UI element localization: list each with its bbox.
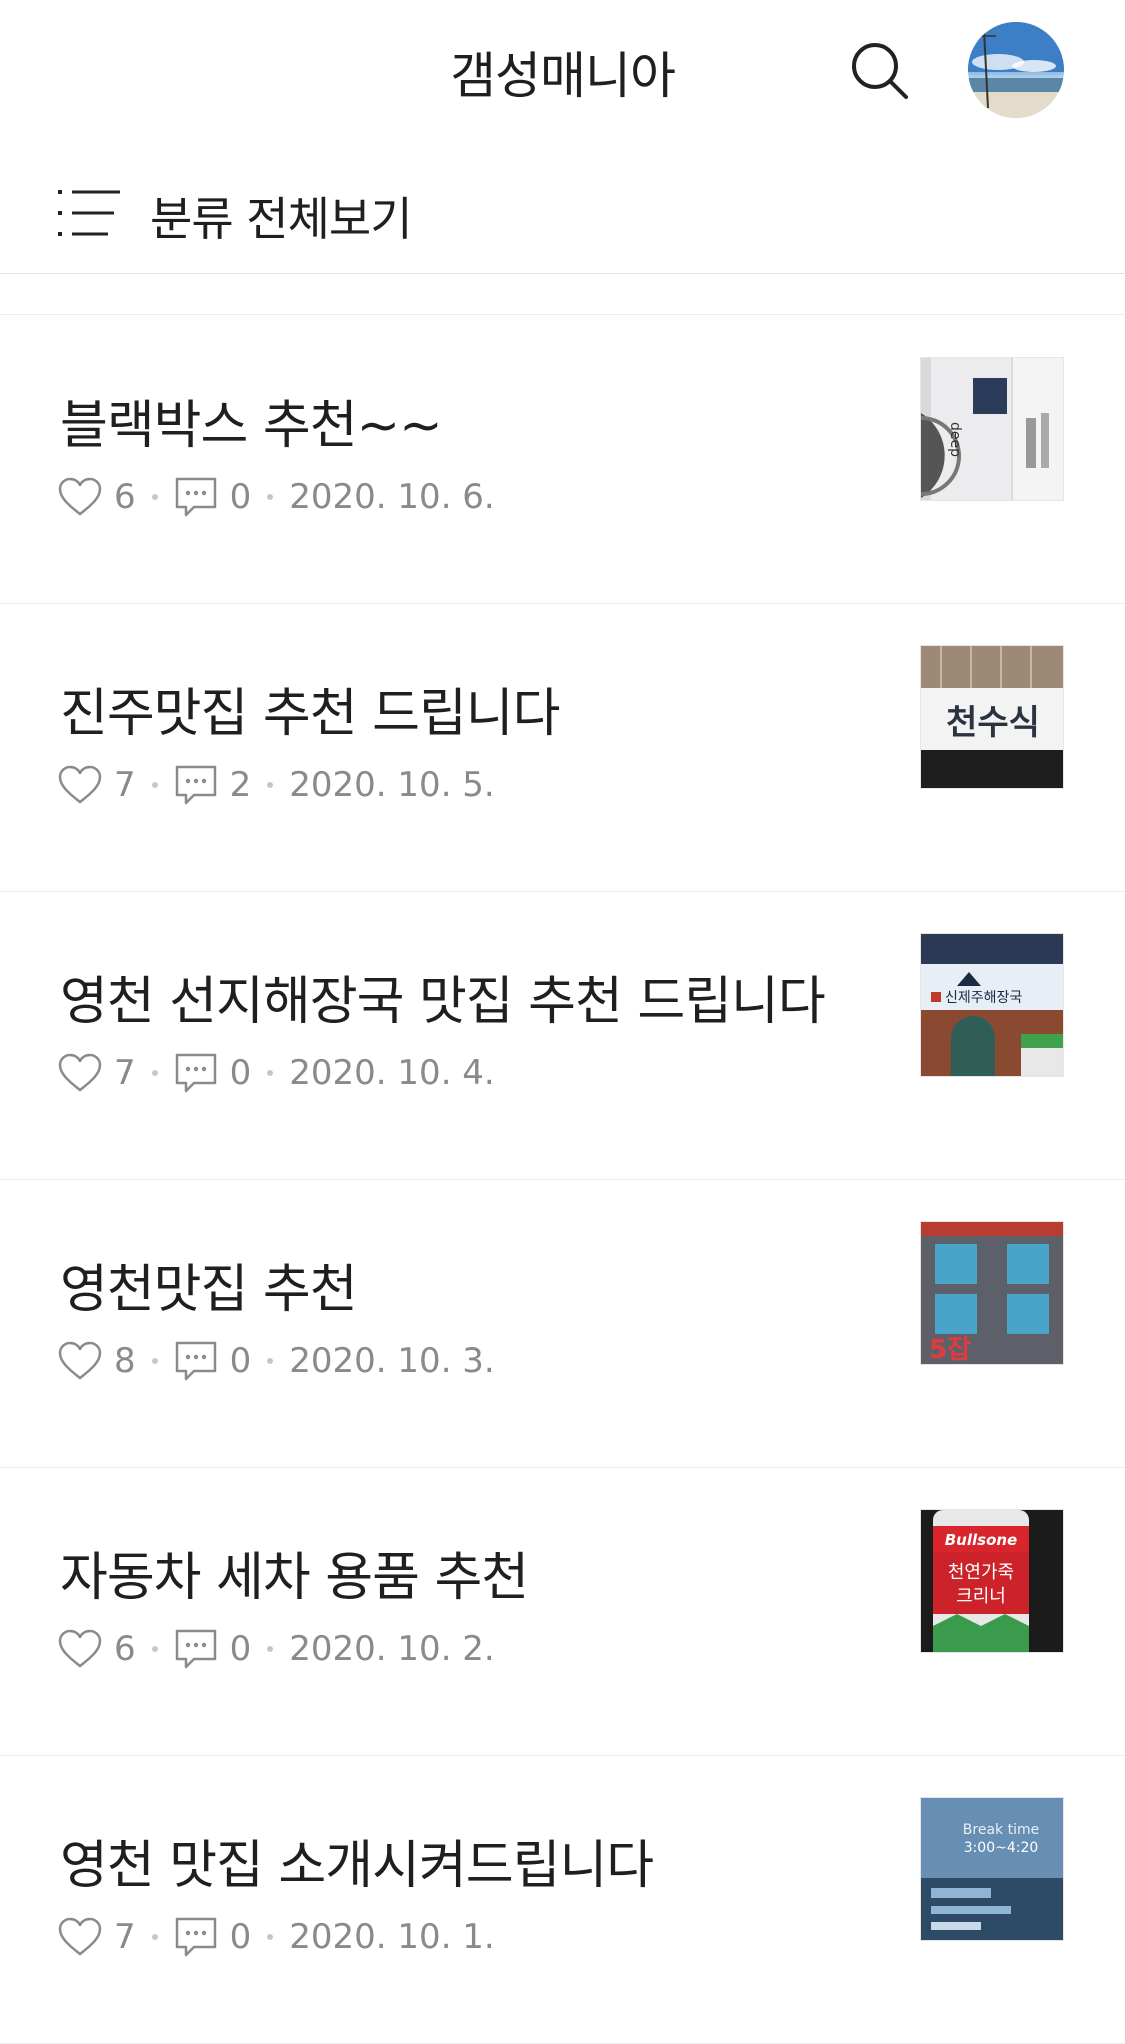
meta-separator [267, 1358, 274, 1364]
meta-separator [267, 1934, 274, 1940]
svg-text:3:00~4:20: 3:00~4:20 [964, 1840, 1039, 1856]
heart-icon [58, 765, 102, 804]
comment-count: 2 [229, 765, 252, 805]
post-meta: 6 0 2020. 10. 2. [58, 1625, 495, 1673]
post-thumbnail[interactable]: Bullsone 천연가죽 크리너 [920, 1509, 1064, 1653]
category-bar[interactable]: 분류 전체보기 [0, 155, 1125, 274]
svg-text:천연가죽: 천연가죽 [948, 1562, 1014, 1583]
like-count: 7 [114, 1917, 136, 1957]
profile-avatar[interactable] [968, 22, 1064, 118]
post-item[interactable]: 영천 맛집 소개시켜드립니다 7 0 2020. 10. 1. Break time … [0, 1755, 1125, 2044]
blog-title[interactable]: 갬성매니아 [0, 36, 1125, 108]
svg-text:신제주해장국: 신제주해장국 [945, 990, 1022, 1006]
post-title[interactable]: 자동차 세차 용품 추천 [60, 1535, 529, 1610]
heart-icon [58, 477, 102, 516]
search-icon [852, 43, 908, 99]
meta-separator [267, 782, 274, 788]
comment-count: 0 [229, 477, 252, 517]
post-title[interactable]: 블랙박스 추천~~ [60, 383, 443, 458]
comment-icon [175, 477, 216, 517]
meta-separator [267, 1070, 274, 1076]
svg-text:deep: deep [947, 422, 963, 457]
comment-count: 0 [229, 1341, 252, 1381]
post-item[interactable]: 영천맛집 추천 8 0 2020. 10. 3. 5잡 [0, 1179, 1125, 1468]
heart-icon [58, 1917, 102, 1956]
comment-icon [175, 1053, 216, 1093]
post-thumbnail[interactable]: 천수식 [920, 645, 1064, 789]
post-date: 2020. 10. 4. [289, 1053, 495, 1093]
meta-separator [151, 1358, 158, 1364]
post-meta: 7 0 2020. 10. 4. [58, 1049, 495, 1097]
meta-separator [267, 1646, 274, 1652]
post-item[interactable]: 블랙박스 추천~~ 6 0 2020. 10. 6. deep [0, 315, 1125, 604]
post-title[interactable]: 영천 맛집 소개시켜드립니다 [60, 1823, 654, 1898]
post-thumbnail[interactable]: Break time 3:00~4:20 [920, 1797, 1064, 1941]
post-item[interactable]: 진주맛집 추천 드립니다 7 2 2020. 10. 5. 천수식 [0, 603, 1125, 892]
search-button[interactable] [845, 36, 915, 106]
heart-icon [58, 1341, 102, 1380]
svg-text:Break time: Break time [963, 1822, 1039, 1838]
comment-icon [175, 1917, 216, 1957]
post-meta: 7 0 2020. 10. 1. [58, 1913, 495, 1961]
like-count: 8 [114, 1341, 136, 1381]
like-count: 6 [114, 477, 136, 517]
post-date: 2020. 10. 3. [289, 1341, 495, 1381]
post-title[interactable]: 영천맛집 추천 [60, 1247, 358, 1322]
post-date: 2020. 10. 1. [289, 1917, 495, 1957]
comment-icon [175, 765, 216, 805]
like-count: 6 [114, 1629, 136, 1669]
meta-separator [151, 1934, 158, 1940]
comment-icon [175, 1341, 216, 1381]
svg-text:크리너: 크리너 [956, 1586, 1006, 1607]
heart-icon [58, 1629, 102, 1668]
post-title[interactable]: 진주맛집 추천 드립니다 [60, 671, 560, 746]
post-title[interactable]: 영천 선지해장국 맛집 추천 드립니다 [60, 959, 826, 1034]
meta-separator [151, 1646, 158, 1652]
post-item[interactable]: 자동차 세차 용품 추천 6 0 2020. 10. 2. Bullsone 천연가죽… [0, 1467, 1125, 1756]
meta-separator [151, 1070, 158, 1076]
comment-count: 0 [229, 1629, 252, 1669]
heart-icon [58, 1053, 102, 1092]
post-thumbnail[interactable]: 5잡 [920, 1221, 1064, 1365]
post-date: 2020. 10. 6. [289, 477, 495, 517]
like-count: 7 [114, 765, 136, 805]
avatar-image [968, 22, 1064, 118]
post-item[interactable]: 영천 선지해장국 맛집 추천 드립니다 7 0 2020. 10. 4. 신제주해장국 [0, 891, 1125, 1180]
list-menu-icon [58, 190, 120, 236]
post-thumbnail[interactable]: deep [920, 357, 1064, 501]
post-meta: 8 0 2020. 10. 3. [58, 1337, 495, 1385]
comment-count: 0 [229, 1053, 252, 1093]
svg-text:5잡: 5잡 [929, 1335, 971, 1365]
post-date: 2020. 10. 5. [289, 765, 495, 805]
post-meta: 6 0 2020. 10. 6. [58, 473, 495, 521]
post-thumbnail[interactable]: 신제주해장국 [920, 933, 1064, 1077]
meta-separator [151, 782, 158, 788]
svg-text:천수식: 천수식 [946, 703, 1040, 743]
svg-text:Bullsone: Bullsone [945, 1531, 1017, 1549]
meta-separator [151, 494, 158, 500]
app-header: 갬성매니아 [0, 0, 1125, 140]
post-meta: 7 2 2020. 10. 5. [58, 761, 495, 809]
meta-separator [267, 494, 274, 500]
post-date: 2020. 10. 2. [289, 1629, 495, 1669]
comment-icon [175, 1629, 216, 1669]
like-count: 7 [114, 1053, 136, 1093]
comment-count: 0 [229, 1917, 252, 1957]
category-all-label[interactable]: 분류 전체보기 [150, 183, 413, 249]
